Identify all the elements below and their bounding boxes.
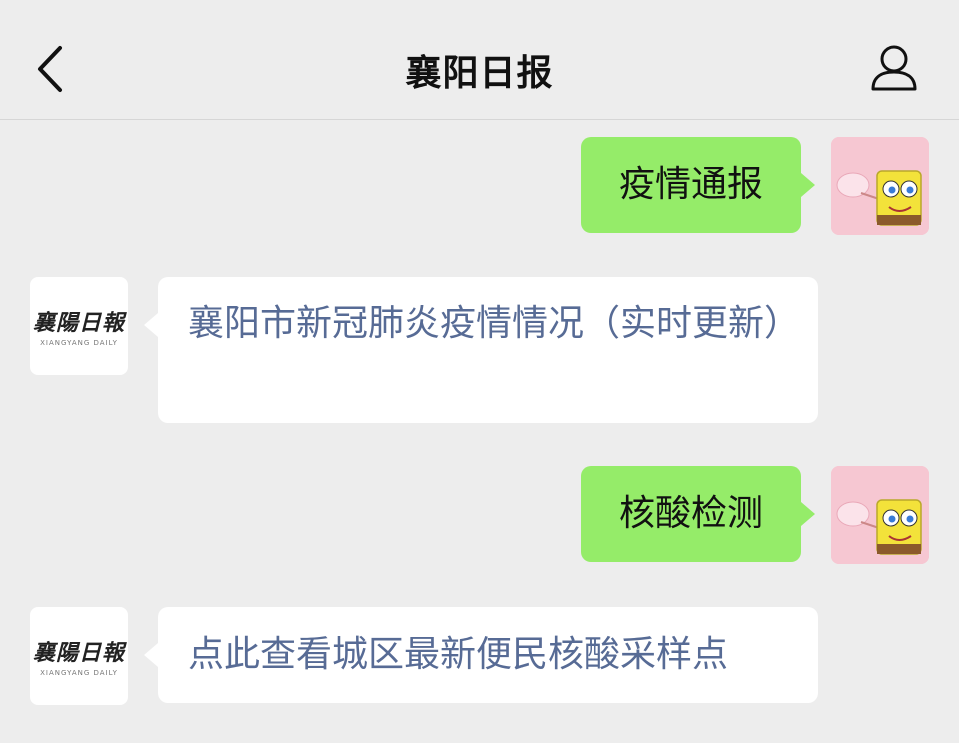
message-bubble-account[interactable]: 襄阳市新冠肺炎疫情情况（实时更新） <box>144 277 818 423</box>
logo-english: XIANGYANG DAILY <box>40 669 118 677</box>
message-link-text[interactable]: 襄阳市新冠肺炎疫情情况（实时更新） <box>188 303 800 344</box>
page-title: 襄阳日报 <box>405 53 554 94</box>
message-link-text[interactable]: 点此查看城区最新便民核酸采样点 <box>188 630 728 680</box>
message-bubble-user[interactable]: 核酸检测 <box>581 466 815 562</box>
sponge-avatar-icon <box>831 466 929 564</box>
account-avatar[interactable]: 襄陽日報 XIANGYANG DAILY <box>30 277 128 375</box>
message-text: 核酸检测 <box>618 493 763 534</box>
message-text: 疫情通报 <box>618 164 763 205</box>
logo-chinese: 襄陽日報 <box>32 310 125 336</box>
user-avatar[interactable] <box>831 466 929 564</box>
logo-chinese: 襄陽日報 <box>32 640 125 666</box>
chat-header: 襄阳日报 <box>0 0 959 120</box>
account-avatar[interactable]: 襄陽日報 XIANGYANG DAILY <box>30 607 128 705</box>
message-bubble-user[interactable]: 疫情通报 <box>581 137 815 233</box>
logo-english: XIANGYANG DAILY <box>40 339 118 347</box>
sponge-avatar-icon <box>831 137 929 235</box>
message-bubble-account[interactable]: 点此查看城区最新便民核酸采样点 <box>144 607 818 703</box>
user-avatar[interactable] <box>831 137 929 235</box>
person-icon[interactable] <box>869 42 919 92</box>
